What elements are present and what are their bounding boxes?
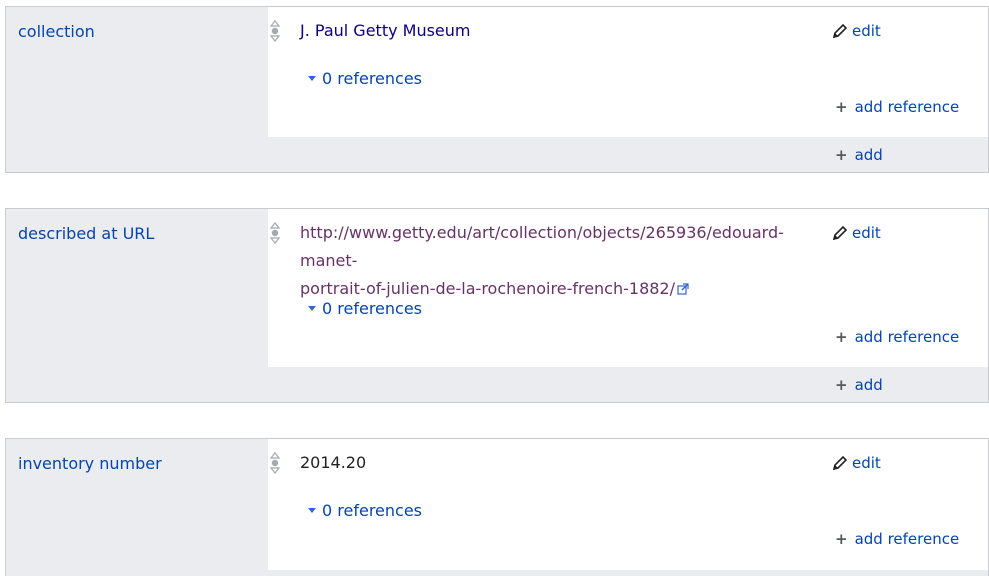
add-reference-label: add reference (854, 98, 960, 116)
references-toggle[interactable]: 0 references (308, 501, 422, 520)
external-link-icon (677, 283, 689, 295)
add-label: add (854, 146, 883, 164)
add-reference-button[interactable]: + add reference (835, 328, 959, 346)
edit-button[interactable]: edit (831, 224, 881, 242)
add-reference-label: add reference (854, 328, 960, 346)
url-line-2: portrait-of-julien-de-la-rochenoire-fren… (300, 279, 675, 298)
plus-icon: + (835, 146, 848, 164)
add-statement-button[interactable]: + add (835, 376, 883, 394)
references-count: 0 references (322, 69, 422, 88)
edit-label: edit (852, 454, 881, 472)
triangle-down-icon (308, 306, 316, 311)
statement-value: http://www.getty.edu/art/collection/obje… (300, 219, 820, 303)
statement-group-described-at-url: described at URL http://www.getty.edu/ar… (5, 208, 989, 403)
references-count: 0 references (322, 299, 422, 318)
edit-button[interactable]: edit (831, 454, 881, 472)
statement-group-collection: collection J. Paul Getty Museum edit 0 r… (5, 6, 989, 173)
statement-described-at-url: http://www.getty.edu/art/collection/obje… (268, 209, 988, 367)
plus-icon: + (835, 98, 848, 116)
triangle-down-icon (308, 76, 316, 81)
statement-inventory-number: 2014.20 edit 0 references + add referenc… (268, 439, 988, 570)
triangle-down-icon (308, 508, 316, 513)
references-toggle[interactable]: 0 references (308, 299, 422, 318)
normal-rank-icon[interactable] (269, 222, 281, 244)
item-value-link[interactable]: J. Paul Getty Museum (300, 21, 471, 40)
add-reference-button[interactable]: + add reference (835, 530, 959, 548)
add-reference-label: add reference (854, 530, 960, 548)
edit-label: edit (852, 224, 881, 242)
edit-label: edit (852, 22, 881, 40)
add-statement-button[interactable]: + add (835, 146, 883, 164)
plus-icon: + (835, 376, 848, 394)
edit-button[interactable]: edit (831, 22, 881, 40)
pencil-icon (832, 455, 848, 471)
property-label-described-at-url[interactable]: described at URL (18, 224, 154, 243)
property-label-collection[interactable]: collection (18, 22, 95, 41)
property-label-inventory-number[interactable]: inventory number (18, 454, 162, 473)
url-value-link[interactable]: http://www.getty.edu/art/collection/obje… (300, 223, 784, 298)
string-value: 2014.20 (300, 453, 367, 472)
statement-group-inventory-number: inventory number 2014.20 edit 0 referenc… (5, 438, 989, 576)
url-line-1: http://www.getty.edu/art/collection/obje… (300, 223, 784, 270)
plus-icon: + (835, 530, 848, 548)
add-reference-button[interactable]: + add reference (835, 98, 959, 116)
add-label: add (854, 376, 883, 394)
pencil-icon (832, 225, 848, 241)
pencil-icon (832, 23, 848, 39)
normal-rank-icon[interactable] (269, 452, 281, 474)
statement-value: J. Paul Getty Museum (300, 17, 471, 45)
statement-value: 2014.20 (300, 449, 366, 477)
statement-collection: J. Paul Getty Museum edit 0 references +… (268, 7, 988, 137)
normal-rank-icon[interactable] (269, 20, 281, 42)
references-count: 0 references (322, 501, 422, 520)
references-toggle[interactable]: 0 references (308, 69, 422, 88)
plus-icon: + (835, 328, 848, 346)
